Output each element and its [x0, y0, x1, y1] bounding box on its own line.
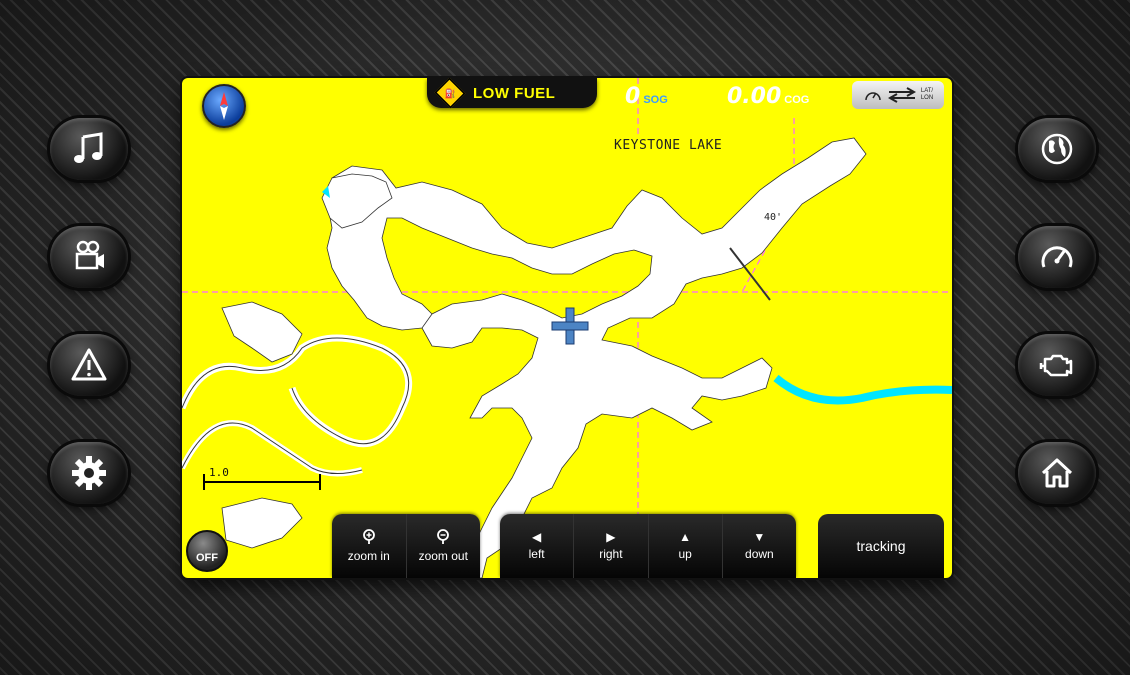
pan-right-button[interactable]: ▶ right [574, 514, 649, 578]
pan-left-label: left [528, 547, 545, 561]
home-button[interactable] [1018, 442, 1096, 504]
zoom-out-label: zoom out [418, 549, 468, 563]
zoom-out-button[interactable]: zoom out [407, 514, 481, 578]
engine-button[interactable] [1018, 334, 1096, 396]
chart-screen: KEYSTONE LAKE 40' 1.0 ⛽ LOW FUEL 0 SOG 0… [182, 78, 952, 578]
fuel-pump-icon: ⛽ [434, 78, 466, 109]
cog-readout: 0.00 COG [727, 84, 809, 109]
latlon-label-line1: LAT/ [920, 88, 934, 94]
gauge-small-icon [865, 92, 881, 101]
fuel-warning-text: LOW FUEL [473, 84, 556, 102]
engine-icon [1039, 354, 1073, 377]
pan-left-button[interactable]: ◀ left [500, 514, 575, 578]
cog-unit: COG [784, 94, 810, 106]
gauges-button[interactable] [1018, 226, 1096, 288]
latlon-label: LAT/ LON [921, 88, 933, 102]
pan-controls: ◀ left ▶ right ▲ up ▼ down [500, 514, 796, 578]
crosshair-cursor[interactable] [550, 306, 590, 346]
settings-button[interactable] [50, 442, 128, 504]
home-icon [1041, 458, 1073, 488]
pan-down-button[interactable]: ▼ down [723, 514, 796, 578]
globe-icon [1041, 133, 1073, 165]
pan-up-button[interactable]: ▲ up [649, 514, 723, 578]
music-button[interactable] [50, 118, 128, 180]
tracking-label: tracking [856, 538, 906, 554]
low-fuel-badge: ⛽ LOW FUEL [427, 78, 597, 109]
zoom-in-label: zoom in [347, 549, 390, 563]
sog-value: 0 [625, 84, 641, 109]
arrow-down-icon: ▼ [753, 530, 766, 544]
zoom-controls: zoom in zoom out [332, 514, 480, 578]
off-label: OFF [196, 552, 218, 564]
power-off-button[interactable]: OFF [186, 530, 228, 572]
sog-unit: SOG [643, 94, 668, 106]
speedometer-icon [1041, 246, 1073, 268]
alerts-button[interactable] [50, 334, 128, 396]
depth-marker-label: 40' [764, 212, 783, 223]
arrow-right-icon: ▶ [606, 530, 616, 544]
pan-right-label: right [599, 547, 623, 561]
warning-icon [71, 348, 107, 381]
navigation-button[interactable] [1018, 118, 1096, 180]
arrow-up-icon: ▲ [679, 530, 692, 544]
zoom-out-icon [437, 529, 450, 544]
pan-up-label: up [678, 547, 692, 561]
status-bar: ⛽ LOW FUEL 0 SOG 0.00 COG LAT/ LON [427, 78, 952, 116]
lake-map[interactable]: KEYSTONE LAKE 40' 1.0 ⛽ LOW FUEL 0 SOG 0… [182, 78, 952, 578]
swap-arrows-icon [887, 87, 916, 103]
video-camera-icon [75, 240, 104, 270]
music-note-icon [74, 132, 103, 163]
tracking-button[interactable]: tracking [818, 514, 944, 578]
cog-value: 0.00 [727, 84, 782, 109]
arrow-left-icon: ◀ [532, 530, 542, 544]
zoom-in-button[interactable]: zoom in [332, 514, 407, 578]
compass-needle-icon [220, 92, 228, 120]
latlon-label-line2: LON [920, 95, 934, 101]
lake-name-label: KEYSTONE LAKE [614, 138, 723, 153]
pan-down-label: down [745, 547, 774, 561]
scale-label: 1.0 [209, 466, 229, 479]
zoom-in-icon [362, 529, 375, 544]
sog-readout: 0 SOG [625, 84, 668, 109]
camera-button[interactable] [50, 226, 128, 288]
latlon-toggle-button[interactable]: LAT/ LON [852, 81, 944, 109]
compass-button[interactable] [202, 84, 246, 128]
gear-icon [72, 456, 106, 490]
